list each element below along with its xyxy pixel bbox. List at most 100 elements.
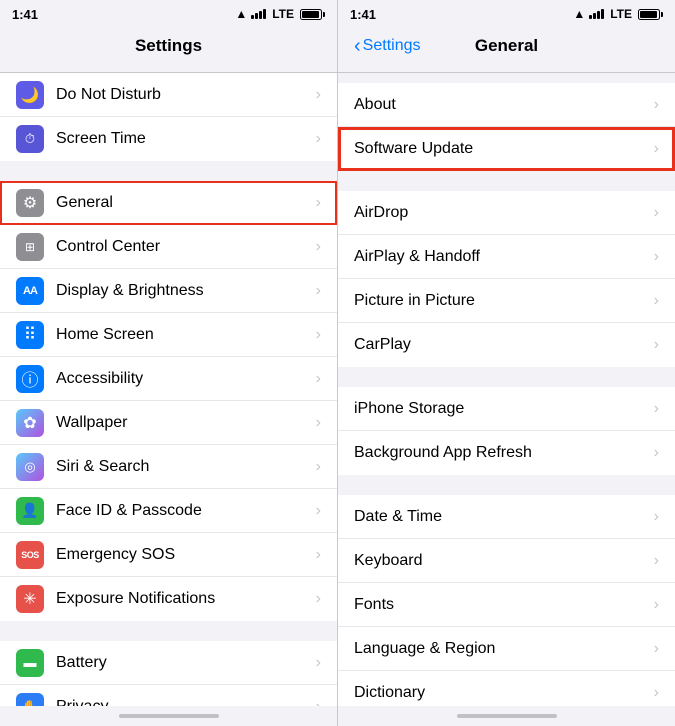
face-id-icon: 👤 — [16, 497, 44, 525]
wallpaper-icon: ✿ — [16, 409, 44, 437]
row-siri[interactable]: ◎ Siri & Search › — [0, 445, 337, 489]
chevron-right-icon: › — [316, 698, 321, 706]
airdrop-label: AirDrop — [354, 204, 654, 222]
siri-icon: ◎ — [16, 453, 44, 481]
exposure-label: Exposure Notifications — [56, 590, 316, 608]
row-screen-time[interactable]: ⏱ Screen Time › — [0, 117, 337, 161]
home-indicator-right — [338, 706, 675, 726]
row-iphone-storage[interactable]: iPhone Storage › — [338, 387, 675, 431]
row-date-time[interactable]: Date & Time › — [338, 495, 675, 539]
section-storage: iPhone Storage › Background App Refresh … — [338, 387, 675, 475]
row-wallpaper[interactable]: ✿ Wallpaper › — [0, 401, 337, 445]
general-title: General — [475, 36, 538, 56]
emergency-sos-icon: SOS — [16, 541, 44, 569]
home-indicator-left — [0, 706, 337, 726]
date-time-label: Date & Time — [354, 508, 654, 526]
chevron-right-icon: › — [316, 86, 321, 104]
general-header: ‹ Settings General — [338, 28, 675, 73]
screen-time-icon: ⏱ — [16, 125, 44, 153]
settings-title: Settings — [135, 36, 202, 56]
chevron-right-icon: › — [654, 400, 659, 418]
chevron-right-icon: › — [654, 140, 659, 158]
location-icon-left: ▲ — [235, 7, 247, 21]
section-notifications: 🌙 Do Not Disturb › ⏱ Screen Time › — [0, 73, 337, 161]
lte-label-left: LTE — [272, 7, 294, 21]
general-icon: ⚙ — [16, 189, 44, 217]
location-icon-right: ▲ — [573, 7, 585, 21]
background-refresh-label: Background App Refresh — [354, 444, 654, 462]
chevron-right-icon: › — [654, 444, 659, 462]
row-language-region[interactable]: Language & Region › — [338, 627, 675, 671]
row-general[interactable]: ⚙ General › — [0, 181, 337, 225]
chevron-right-icon: › — [654, 336, 659, 354]
section-battery: ▬ Battery › ✋ Privacy › — [0, 641, 337, 706]
back-label: Settings — [363, 37, 421, 55]
back-button[interactable]: ‹ Settings — [354, 35, 420, 58]
lte-label-right: LTE — [610, 7, 632, 21]
screen-time-label: Screen Time — [56, 130, 316, 148]
row-airplay-handoff[interactable]: AirPlay & Handoff › — [338, 235, 675, 279]
settings-panel: 1:41 ▲ LTE Settings — [0, 0, 337, 726]
row-background-refresh[interactable]: Background App Refresh › — [338, 431, 675, 475]
back-chevron-icon: ‹ — [354, 35, 361, 58]
row-picture-in-picture[interactable]: Picture in Picture › — [338, 279, 675, 323]
row-software-update[interactable]: Software Update › — [338, 127, 675, 171]
chevron-right-icon: › — [316, 414, 321, 432]
status-icons-right: ▲ LTE — [573, 7, 663, 21]
row-face-id[interactable]: 👤 Face ID & Passcode › — [0, 489, 337, 533]
row-accessibility[interactable]: ⓘ Accessibility › — [0, 357, 337, 401]
settings-list[interactable]: 🌙 Do Not Disturb › ⏱ Screen Time › ⚙ Gen… — [0, 73, 337, 706]
chevron-right-icon: › — [316, 282, 321, 300]
siri-label: Siri & Search — [56, 458, 316, 476]
row-keyboard[interactable]: Keyboard › — [338, 539, 675, 583]
chevron-right-icon: › — [316, 458, 321, 476]
section-connectivity: AirDrop › AirPlay & Handoff › Picture in… — [338, 191, 675, 367]
row-carplay[interactable]: CarPlay › — [338, 323, 675, 367]
battery-label: Battery — [56, 654, 316, 672]
row-home-screen[interactable]: ⠿ Home Screen › — [0, 313, 337, 357]
general-list[interactable]: About › Software Update › AirDrop › AirP… — [338, 73, 675, 706]
row-about[interactable]: About › — [338, 83, 675, 127]
row-do-not-disturb[interactable]: 🌙 Do Not Disturb › — [0, 73, 337, 117]
row-exposure[interactable]: ✳ Exposure Notifications › — [0, 577, 337, 621]
display-label: Display & Brightness — [56, 282, 316, 300]
chevron-right-icon: › — [654, 552, 659, 570]
gap2 — [0, 621, 337, 641]
row-display-brightness[interactable]: AA Display & Brightness › — [0, 269, 337, 313]
chevron-right-icon: › — [316, 326, 321, 344]
row-fonts[interactable]: Fonts › — [338, 583, 675, 627]
chevron-right-icon: › — [654, 684, 659, 702]
row-dictionary[interactable]: Dictionary › — [338, 671, 675, 706]
do-not-disturb-icon: 🌙 — [16, 81, 44, 109]
language-region-label: Language & Region — [354, 640, 654, 658]
chevron-right-icon: › — [316, 590, 321, 608]
settings-header: Settings — [0, 28, 337, 73]
exposure-icon: ✳ — [16, 585, 44, 613]
row-control-center[interactable]: ⊞ Control Center › — [0, 225, 337, 269]
privacy-label: Privacy — [56, 698, 316, 706]
row-battery[interactable]: ▬ Battery › — [0, 641, 337, 685]
display-icon: AA — [16, 277, 44, 305]
chevron-right-icon: › — [316, 502, 321, 520]
general-panel: 1:41 ▲ LTE ‹ Settings Gen — [337, 0, 675, 726]
face-id-label: Face ID & Passcode — [56, 502, 316, 520]
section-about: About › Software Update › — [338, 83, 675, 171]
general-label: General — [56, 194, 316, 212]
chevron-right-icon: › — [316, 194, 321, 212]
iphone-storage-label: iPhone Storage — [354, 400, 654, 418]
row-emergency-sos[interactable]: SOS Emergency SOS › — [0, 533, 337, 577]
row-privacy[interactable]: ✋ Privacy › — [0, 685, 337, 706]
home-screen-label: Home Screen — [56, 326, 316, 344]
control-center-icon: ⊞ — [16, 233, 44, 261]
do-not-disturb-label: Do Not Disturb — [56, 86, 316, 104]
chevron-right-icon: › — [654, 96, 659, 114]
keyboard-label: Keyboard — [354, 552, 654, 570]
gap-g4 — [338, 475, 675, 495]
section-locale: Date & Time › Keyboard › Fonts › Languag… — [338, 495, 675, 706]
home-screen-icon: ⠿ — [16, 321, 44, 349]
row-airdrop[interactable]: AirDrop › — [338, 191, 675, 235]
picture-in-picture-label: Picture in Picture — [354, 292, 654, 310]
accessibility-label: Accessibility — [56, 370, 316, 388]
chevron-right-icon: › — [316, 546, 321, 564]
wallpaper-label: Wallpaper — [56, 414, 316, 432]
